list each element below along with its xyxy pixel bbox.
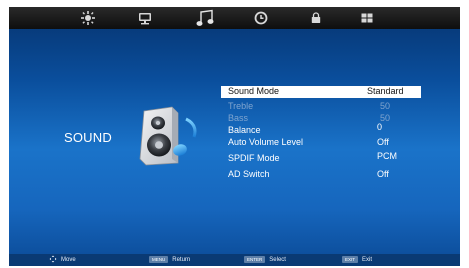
hint-return: MENU Return: [149, 254, 190, 266]
lock-icon[interactable]: [307, 9, 325, 27]
menu-item-value: Off: [377, 137, 389, 147]
menu-item-balance[interactable]: Balance 0: [221, 122, 421, 137]
menu-item-value: Standard: [367, 86, 404, 96]
move-arrows-icon: [49, 255, 57, 263]
hint-exit: EXIT Exit: [342, 254, 372, 266]
menu-item-value: PCM: [377, 151, 397, 161]
menu-item-label: Auto Volume Level: [228, 137, 304, 147]
hint-label: Move: [61, 257, 76, 263]
exit-key: EXIT: [342, 255, 359, 263]
menu-item-treble: Treble 50: [221, 101, 421, 113]
menu-item-label: Sound Mode: [228, 86, 280, 96]
grid-icon[interactable]: [358, 9, 376, 27]
menu-item-value: Off: [377, 169, 389, 179]
menu-item-label: Balance: [228, 125, 261, 135]
music-note-icon[interactable]: [195, 9, 217, 27]
hint-select: ENTER Select: [244, 254, 286, 266]
hint-move: Move: [49, 254, 76, 266]
sound-settings-menu: Sound Mode Standard Treble 50 Bass 50 Ba…: [221, 86, 421, 183]
menu-key: MENU: [149, 255, 169, 263]
enter-key: ENTER: [244, 255, 266, 263]
menu-item-ad-switch[interactable]: AD Switch Off: [221, 169, 421, 183]
picture-settings-icon[interactable]: [79, 9, 97, 27]
menu-item-bass: Bass 50: [221, 113, 421, 125]
menu-item-label: SPDIF Mode: [228, 153, 280, 163]
hint-label: Exit: [362, 257, 373, 263]
menu-item-value: 50: [380, 101, 391, 111]
key-hint-bar: Move MENU Return ENTER Select EXIT Exit: [9, 254, 460, 266]
top-tab-bar: [9, 7, 460, 29]
speaker-music-icon: [132, 105, 204, 167]
menu-item-label: Treble: [228, 101, 254, 111]
menu-item-label: AD Switch: [228, 169, 270, 179]
panel-title: SOUND: [64, 130, 112, 145]
menu-item-label: Bass: [228, 113, 249, 123]
hint-label: Return: [172, 257, 191, 263]
screen-icon[interactable]: [136, 9, 154, 27]
clock-icon[interactable]: [252, 9, 270, 27]
tv-osd-screen: SOUND Sound Mode Standard Treble 50 Bass…: [9, 7, 460, 266]
menu-item-spdif-mode[interactable]: SPDIF Mode PCM: [221, 151, 421, 169]
menu-item-value: 0: [377, 122, 383, 132]
menu-item-sound-mode[interactable]: Sound Mode Standard: [221, 86, 421, 98]
hint-label: Select: [269, 257, 286, 263]
